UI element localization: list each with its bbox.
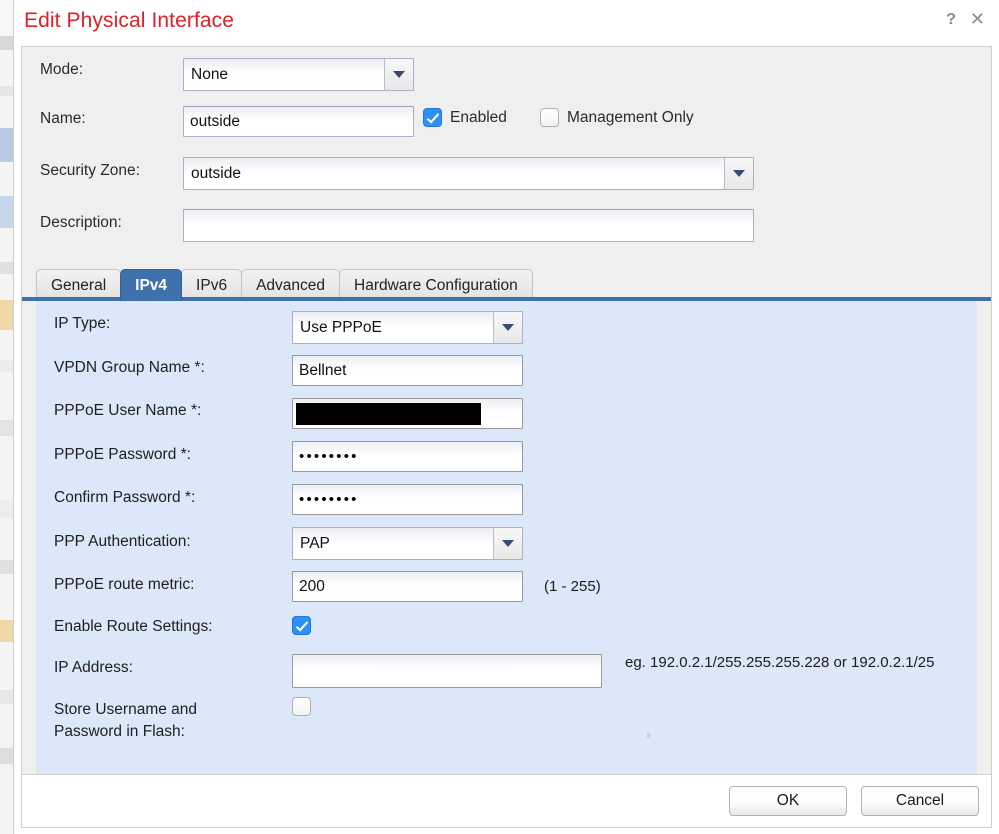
enable-route-row: Enable Route Settings: bbox=[54, 618, 213, 636]
name-input[interactable] bbox=[183, 106, 414, 137]
route-metric-input[interactable] bbox=[292, 571, 523, 602]
enabled-label: Enabled bbox=[450, 108, 507, 126]
chevron-down-icon[interactable] bbox=[384, 59, 413, 90]
confirm-password-row: Confirm Password *: bbox=[54, 489, 195, 507]
name-row: Name: bbox=[40, 110, 86, 128]
enable-route-label: Enable Route Settings: bbox=[54, 618, 213, 635]
ip-type-label: IP Type: bbox=[54, 315, 111, 332]
dialog-titlebar: Edit Physical Interface ? ✕ bbox=[14, 0, 999, 46]
security-zone-label: Security Zone: bbox=[40, 162, 140, 179]
help-icon[interactable]: ? bbox=[946, 11, 956, 28]
ppp-auth-label: PPP Authentication: bbox=[54, 533, 191, 550]
ppp-auth-dropdown[interactable]: PAP bbox=[292, 527, 523, 560]
enabled-checkbox[interactable] bbox=[423, 108, 442, 127]
confirm-password-input[interactable]: •••••••• bbox=[292, 484, 523, 515]
pppoe-password-input[interactable]: •••••••• bbox=[292, 441, 523, 472]
ip-type-value: Use PPPoE bbox=[300, 318, 382, 336]
vpdn-group-input[interactable] bbox=[292, 355, 523, 386]
close-icon[interactable]: ✕ bbox=[970, 10, 985, 28]
mode-row: Mode: bbox=[40, 61, 83, 79]
dialog-body: Mode: None Name: Enabled Management Only bbox=[21, 46, 992, 774]
cancel-button[interactable]: Cancel bbox=[861, 786, 979, 816]
chevron-down-icon[interactable] bbox=[493, 312, 522, 343]
tab-bar: General IPv4 IPv6 Advanced Hardware Conf… bbox=[22, 265, 991, 301]
vpdn-group-row: VPDN Group Name *: bbox=[54, 359, 205, 377]
tab-general-label: General bbox=[51, 276, 107, 294]
store-credentials-checkbox[interactable] bbox=[292, 697, 311, 716]
pppoe-password-value: •••••••• bbox=[299, 448, 359, 465]
dialog-title: Edit Physical Interface bbox=[24, 9, 235, 32]
background-page-sliver bbox=[0, 0, 14, 834]
tab-ipv6-label: IPv6 bbox=[196, 276, 228, 294]
redaction-bar bbox=[296, 403, 481, 425]
management-only-label: Management Only bbox=[567, 108, 694, 126]
confirm-password-label: Confirm Password *: bbox=[54, 489, 196, 506]
mode-label: Mode: bbox=[40, 61, 84, 78]
chevron-down-icon[interactable] bbox=[493, 528, 522, 559]
description-row: Description: bbox=[40, 214, 122, 232]
ppp-auth-value: PAP bbox=[300, 534, 330, 552]
ppp-auth-row: PPP Authentication: bbox=[54, 533, 191, 551]
pppoe-user-row: PPPoE User Name *: bbox=[54, 402, 201, 420]
security-zone-dropdown[interactable]: outside bbox=[183, 157, 754, 190]
pppoe-password-label: PPPoE Password *: bbox=[54, 446, 191, 463]
chevron-down-icon[interactable] bbox=[724, 158, 753, 189]
ip-address-hint: eg. 192.0.2.1/255.255.255.228 or 192.0.2… bbox=[625, 654, 935, 671]
tab-ipv4[interactable]: IPv4 bbox=[120, 269, 183, 301]
enabled-checkbox-row[interactable]: Enabled bbox=[423, 108, 507, 127]
security-zone-value: outside bbox=[191, 164, 241, 182]
cursor-artifact bbox=[647, 733, 650, 738]
ipv4-panel: IP Type: Use PPPoE VPDN Group Name *: PP… bbox=[36, 301, 977, 774]
confirm-password-value: •••••••• bbox=[299, 491, 359, 508]
route-metric-hint: (1 - 255) bbox=[544, 578, 601, 595]
ip-address-input[interactable] bbox=[292, 654, 602, 688]
route-metric-label: PPPoE route metric: bbox=[54, 576, 195, 593]
security-zone-row: Security Zone: bbox=[40, 162, 140, 180]
store-credentials-label: Store Username and Password in Flash: bbox=[54, 701, 198, 740]
ip-address-label: IP Address: bbox=[54, 659, 133, 676]
name-label: Name: bbox=[40, 110, 86, 127]
pppoe-password-row: PPPoE Password *: bbox=[54, 446, 191, 464]
management-only-checkbox[interactable] bbox=[540, 108, 559, 127]
ip-type-row: IP Type: bbox=[54, 315, 110, 333]
edit-physical-interface-dialog: Edit Physical Interface ? ✕ Mode: None N… bbox=[14, 0, 999, 834]
mode-dropdown[interactable]: None bbox=[183, 58, 414, 91]
dialog-footer: OK Cancel bbox=[21, 774, 992, 828]
mode-value: None bbox=[191, 65, 229, 83]
ok-button[interactable]: OK bbox=[729, 786, 847, 816]
tab-advanced-label: Advanced bbox=[256, 276, 326, 294]
pppoe-user-label: PPPoE User Name *: bbox=[54, 402, 202, 419]
tab-ipv4-label: IPv4 bbox=[135, 276, 168, 294]
tab-hardware-configuration-label: Hardware Configuration bbox=[354, 276, 518, 294]
route-metric-row: PPPoE route metric: bbox=[54, 576, 194, 594]
management-only-checkbox-row[interactable]: Management Only bbox=[540, 108, 694, 127]
ip-address-row: IP Address: bbox=[54, 659, 133, 677]
description-input[interactable] bbox=[183, 209, 754, 242]
interface-general-form: Mode: None Name: Enabled Management Only bbox=[22, 47, 991, 265]
description-label: Description: bbox=[40, 214, 122, 231]
vpdn-group-label: VPDN Group Name *: bbox=[54, 359, 205, 376]
ip-type-dropdown[interactable]: Use PPPoE bbox=[292, 311, 523, 344]
store-credentials-row: Store Username and Password in Flash: bbox=[54, 699, 264, 743]
enable-route-checkbox[interactable] bbox=[292, 616, 311, 635]
